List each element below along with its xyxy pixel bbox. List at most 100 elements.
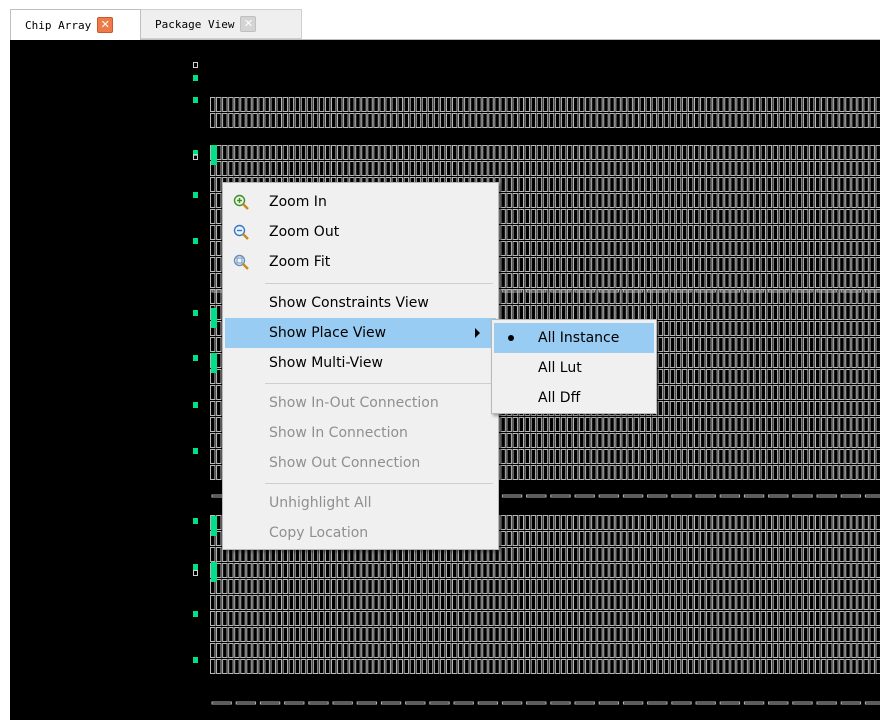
grid-cell[interactable]: [839, 449, 845, 464]
grid-cell[interactable]: [839, 385, 845, 400]
grid-cell[interactable]: [585, 449, 591, 464]
grid-cell[interactable]: [718, 401, 724, 416]
close-icon[interactable]: ✕: [97, 17, 114, 33]
grid-cell[interactable]: [324, 659, 331, 674]
grid-cell[interactable]: [427, 595, 434, 610]
grid-cell[interactable]: [669, 385, 676, 400]
grid-cell[interactable]: [415, 659, 422, 674]
grid-cell[interactable]: [573, 113, 579, 128]
grid-cell[interactable]: [730, 643, 736, 658]
grid-cell[interactable]: [669, 161, 676, 176]
grid-cell[interactable]: [579, 273, 585, 288]
grid-cell[interactable]: [609, 113, 615, 128]
grid-cell[interactable]: [808, 531, 815, 546]
grid-cell[interactable]: [718, 659, 724, 674]
grid-cell[interactable]: [385, 563, 391, 578]
grid-cell[interactable]: [663, 145, 670, 160]
grid-cell[interactable]: [506, 305, 512, 320]
grid-cell[interactable]: [815, 225, 821, 240]
grid-cell[interactable]: [657, 547, 664, 562]
grid-cell[interactable]: [851, 321, 857, 336]
grid-cell[interactable]: [839, 369, 845, 384]
io-pad[interactable]: [193, 657, 198, 663]
grid-cell[interactable]: [712, 563, 718, 578]
grid-cell[interactable]: [458, 595, 464, 610]
grid-cell[interactable]: [573, 547, 579, 562]
grid-cell[interactable]: [802, 257, 809, 272]
grid-cell[interactable]: [585, 515, 591, 530]
grid-cell[interactable]: [585, 417, 591, 432]
grid-cell[interactable]: [288, 627, 295, 642]
grid-cell[interactable]: [615, 563, 621, 578]
menu-item-show-out-connection[interactable]: Show Out Connection: [225, 448, 496, 478]
grid-cell[interactable]: [869, 161, 875, 176]
grid-cell[interactable]: [821, 241, 827, 256]
grid-cell[interactable]: [627, 417, 633, 432]
grid-cell[interactable]: [476, 579, 482, 594]
grid-cell[interactable]: [790, 433, 797, 448]
grid-cell[interactable]: [790, 225, 797, 240]
grid-cell[interactable]: [518, 273, 524, 288]
grid-cell[interactable]: [500, 531, 506, 546]
grid-cell[interactable]: [778, 611, 785, 626]
grid-cell[interactable]: [869, 305, 875, 320]
grid-cell[interactable]: [808, 337, 815, 352]
io-pad[interactable]: [193, 402, 198, 408]
grid-cell[interactable]: [573, 627, 579, 642]
grid-cell[interactable]: [742, 465, 748, 480]
grid-cell[interactable]: [228, 595, 234, 610]
grid-cell[interactable]: [621, 113, 627, 128]
grid-cell[interactable]: [790, 161, 797, 176]
grid-cell[interactable]: [802, 579, 809, 594]
grid-cell[interactable]: [615, 193, 621, 208]
grid-cell[interactable]: [675, 353, 682, 368]
grid-cell[interactable]: [318, 627, 325, 642]
grid-cell[interactable]: [355, 97, 361, 112]
grid-cell[interactable]: [827, 177, 833, 192]
grid-cell[interactable]: [355, 627, 361, 642]
grid-cell[interactable]: [663, 209, 670, 224]
grid-cell[interactable]: [796, 563, 803, 578]
grid-cell[interactable]: [355, 113, 361, 128]
grid-cell[interactable]: [778, 627, 785, 642]
grid-cell[interactable]: [464, 611, 470, 626]
grid-cell[interactable]: [403, 145, 410, 160]
grid-cell[interactable]: [252, 563, 258, 578]
grid-cell[interactable]: [252, 579, 258, 594]
grid-cell[interactable]: [524, 595, 531, 610]
grid-cell[interactable]: [294, 97, 301, 112]
grid-cell[interactable]: [851, 145, 857, 160]
grid-cell[interactable]: [597, 531, 603, 546]
grid-cell[interactable]: [748, 385, 754, 400]
grid-cell[interactable]: [863, 113, 869, 128]
grid-cell[interactable]: [609, 161, 615, 176]
grid-cell[interactable]: [216, 257, 222, 272]
grid-cell[interactable]: [488, 579, 494, 594]
grid-cell[interactable]: [288, 643, 295, 658]
grid-cell[interactable]: [240, 611, 246, 626]
grid-cell[interactable]: [591, 113, 597, 128]
grid-cell[interactable]: [669, 353, 676, 368]
grid-cell[interactable]: [536, 515, 543, 530]
grid-cell[interactable]: [633, 611, 639, 626]
grid-cell[interactable]: [718, 563, 724, 578]
grid-cell[interactable]: [609, 305, 615, 320]
grid-cell[interactable]: [506, 515, 512, 530]
grid-cell[interactable]: [639, 257, 645, 272]
grid-cell[interactable]: [421, 563, 428, 578]
grid-cell[interactable]: [579, 627, 585, 642]
grid-cell[interactable]: [863, 321, 869, 336]
grid-cell[interactable]: [700, 465, 706, 480]
grid-cell[interactable]: [742, 305, 748, 320]
grid-cell[interactable]: [845, 659, 851, 674]
grid-cell[interactable]: [772, 97, 779, 112]
grid-cell[interactable]: [597, 161, 603, 176]
grid-cell[interactable]: [458, 579, 464, 594]
grid-cell[interactable]: [367, 627, 373, 642]
grid-cell[interactable]: [802, 177, 809, 192]
grid-cell[interactable]: [748, 193, 754, 208]
grid-cell[interactable]: [730, 659, 736, 674]
grid-cell[interactable]: [754, 225, 760, 240]
grid-cell[interactable]: [851, 225, 857, 240]
grid-cell[interactable]: [264, 161, 270, 176]
